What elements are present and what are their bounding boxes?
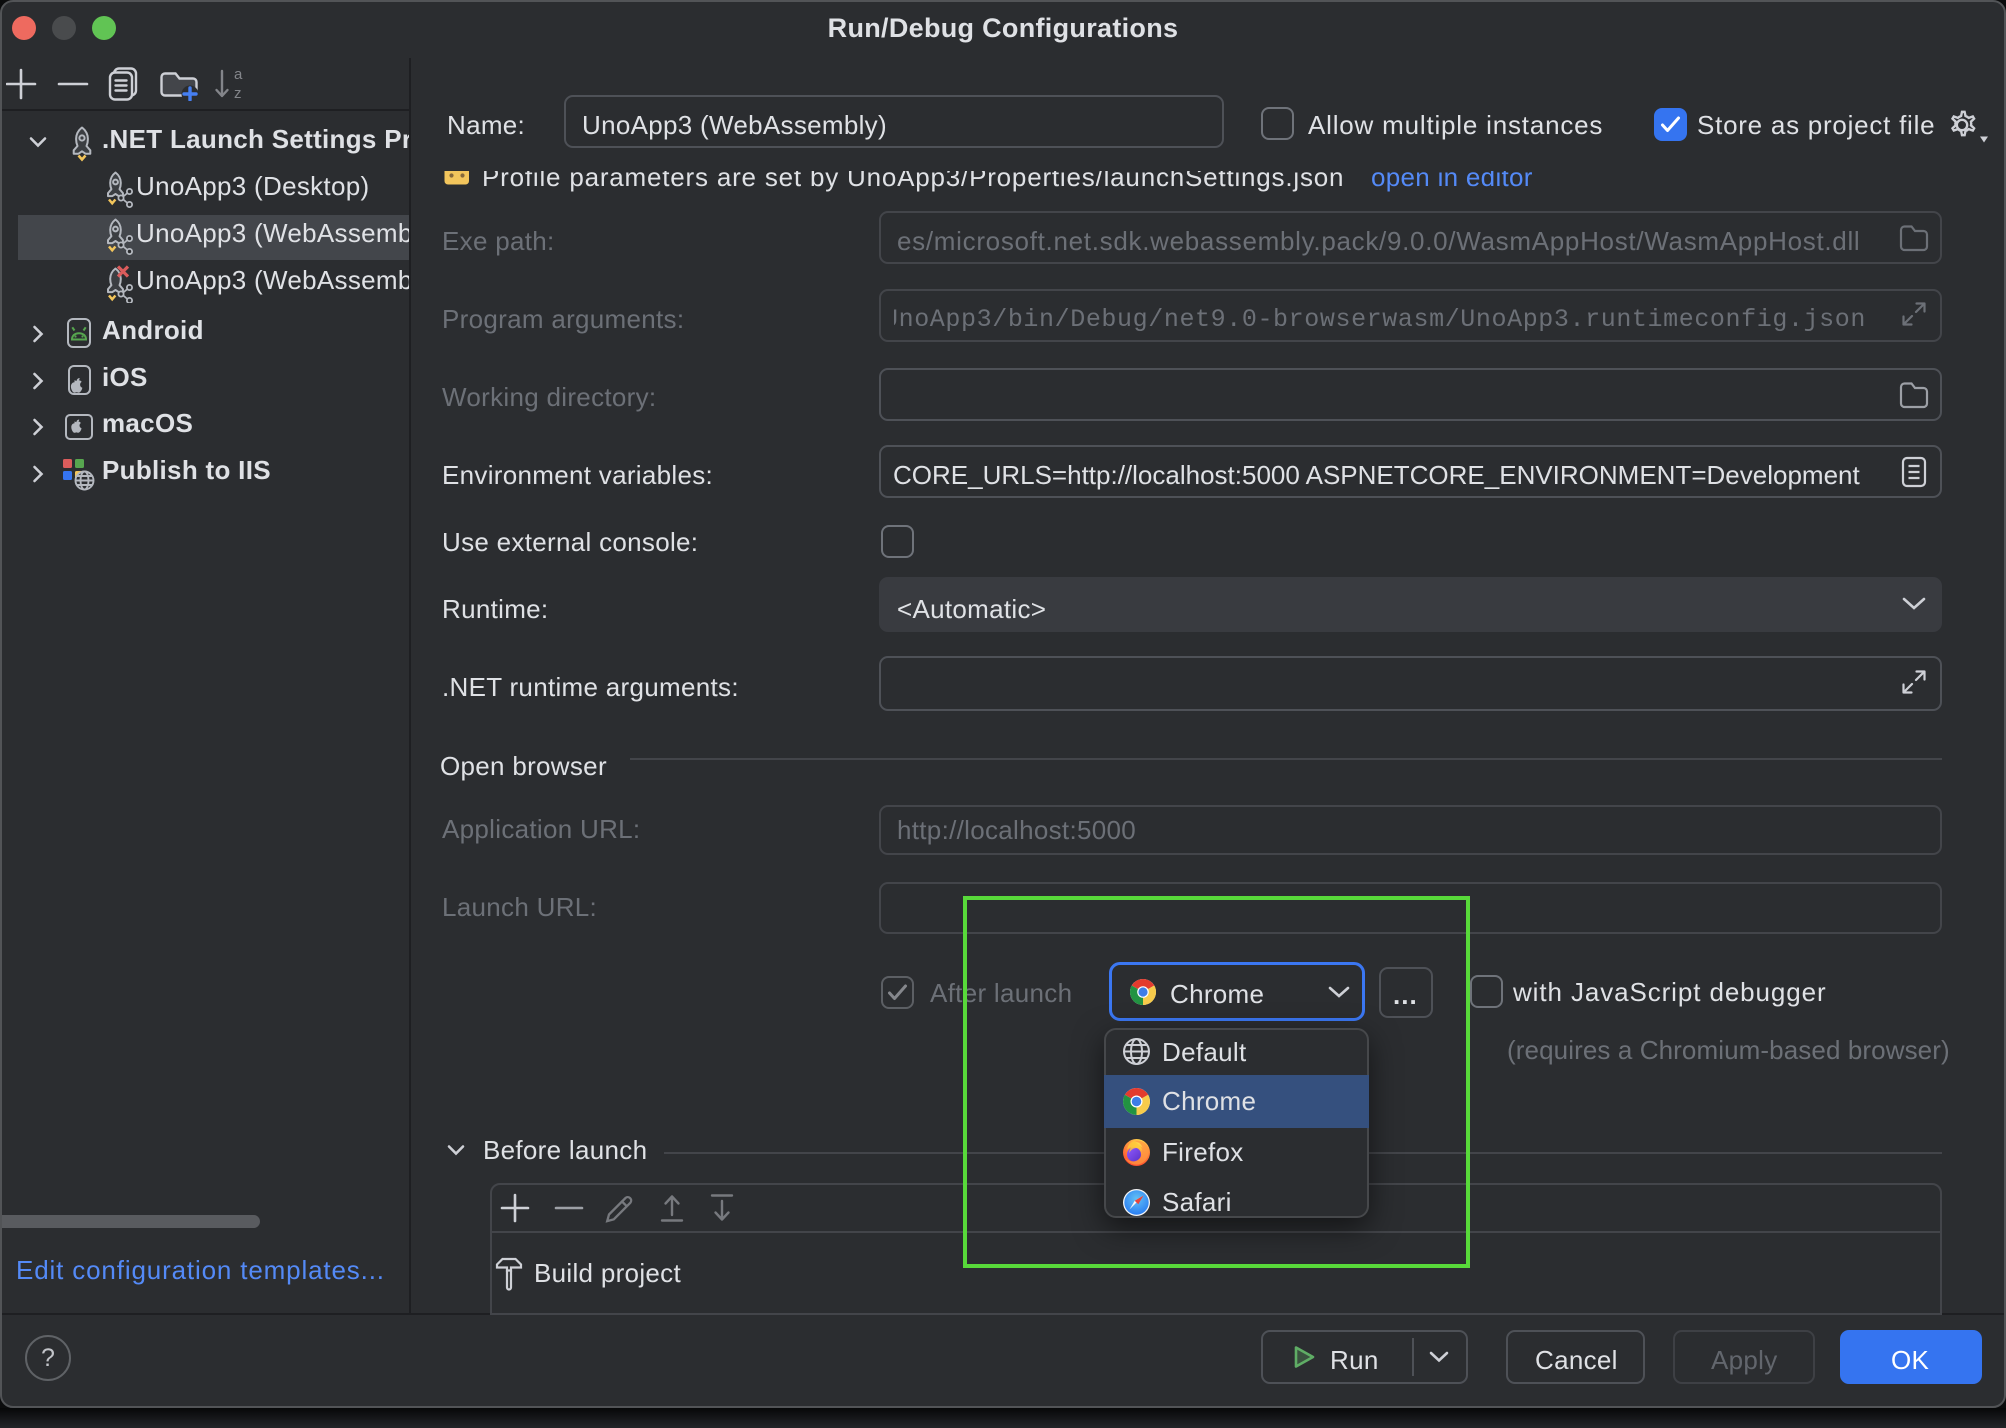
svg-text:a: a: [234, 67, 243, 83]
svg-text:z: z: [234, 85, 242, 101]
